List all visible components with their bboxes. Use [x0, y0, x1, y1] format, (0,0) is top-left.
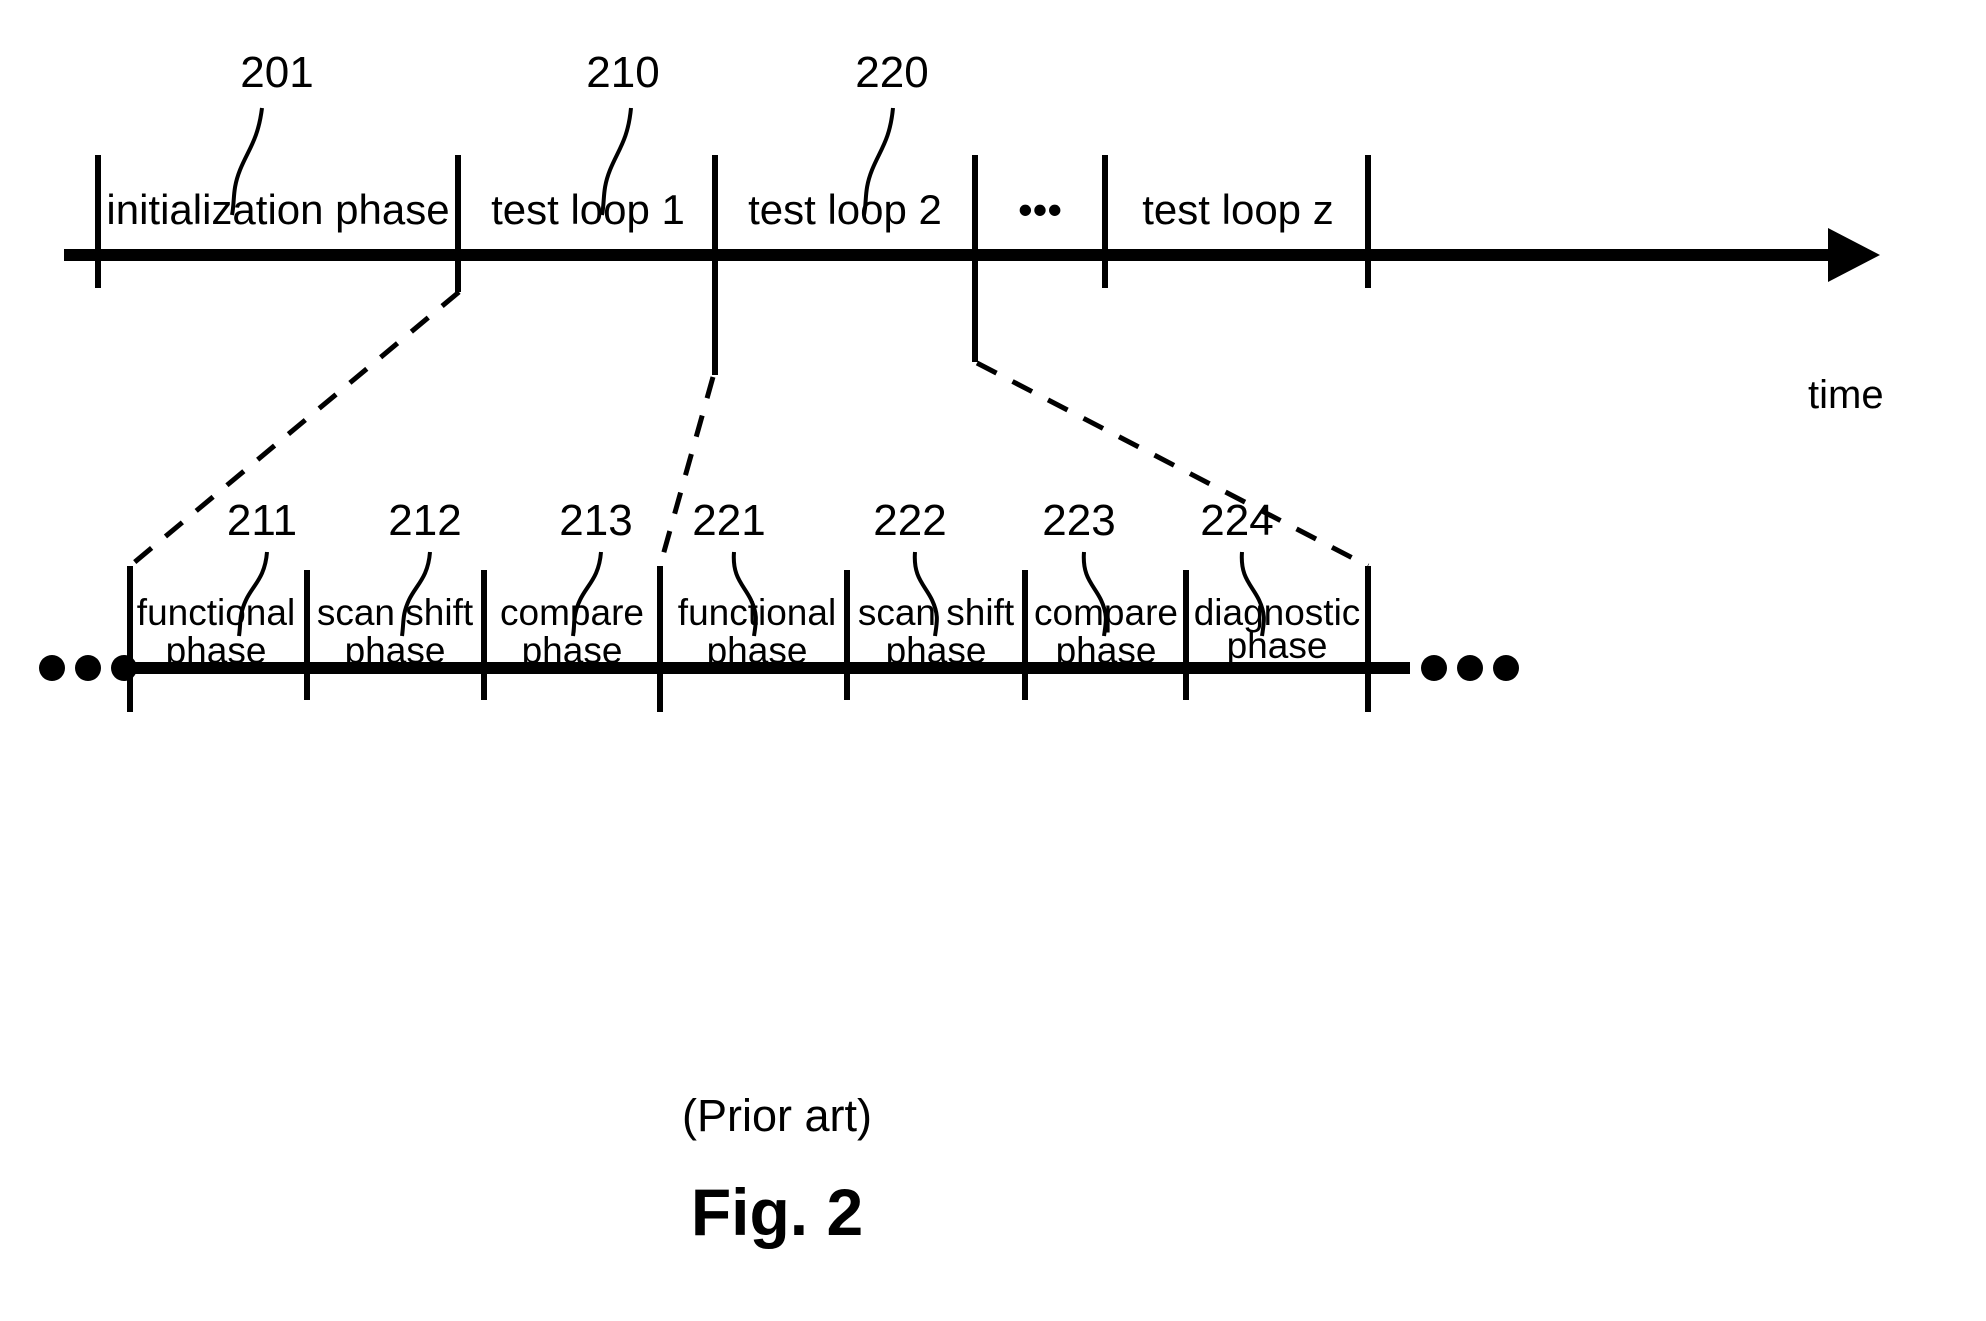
bottom-trailing-ellipsis: [1421, 655, 1519, 681]
bottom-phase-label-213-line2: phase: [522, 630, 623, 671]
reference-number-224: 224: [1200, 496, 1273, 545]
bottom-phase-label-222-line1: scan shift: [858, 592, 1015, 633]
bottom-phase-label-223-line1: compare: [1034, 592, 1178, 633]
reference-number-221: 221: [692, 496, 765, 545]
bottom-phase-label-212-line2: phase: [345, 630, 446, 671]
reference-number-211: 211: [227, 496, 297, 545]
dashed-connector-right: [975, 360, 1370, 569]
top-segment-label-initialization: initialization phase: [106, 186, 449, 233]
reference-number-220: 220: [855, 48, 928, 97]
figure-caption-group: (Prior art) Fig. 2: [682, 1090, 872, 1249]
caption-prior-art: (Prior art): [682, 1090, 872, 1141]
bottom-phase-label-211-line1: functional: [137, 592, 295, 633]
reference-number-222: 222: [873, 496, 946, 545]
top-segment-label-test-loop-z: test loop z: [1142, 186, 1333, 233]
bottom-phase-label-222-line2: phase: [886, 630, 987, 671]
reference-number-201: 201: [240, 48, 313, 97]
top-segment-label-test-loop-2: test loop 2: [748, 186, 942, 233]
reference-number-210: 210: [586, 48, 659, 97]
bottom-phase-label-221-line2: phase: [707, 630, 808, 671]
figure-canvas: initialization phase test loop 1 test lo…: [39, 48, 1884, 1249]
patent-figure: initialization phase test loop 1 test lo…: [0, 0, 1986, 1321]
bottom-phase-label-224-line2: phase: [1227, 625, 1328, 666]
time-axis-label: time: [1808, 373, 1884, 417]
top-segment-label-ellipsis: •••: [1018, 186, 1062, 233]
top-segment-label-test-loop-1: test loop 1: [491, 186, 685, 233]
bottom-phase-label-213-line1: compare: [500, 592, 644, 633]
reference-number-213: 213: [559, 496, 632, 545]
bottom-phase-label-221-line1: functional: [678, 592, 836, 633]
reference-number-223: 223: [1042, 496, 1115, 545]
time-arrowhead-icon: [1828, 228, 1880, 282]
caption-figure-number: Fig. 2: [691, 1175, 863, 1249]
bottom-phase-label-212-line1: scan shift: [317, 592, 474, 633]
bottom-phase-label-223-line2: phase: [1056, 630, 1157, 671]
reference-number-212: 212: [388, 496, 461, 545]
bottom-phase-label-211-line2: phase: [166, 630, 267, 671]
top-timeline-group: initialization phase test loop 1 test lo…: [64, 48, 1884, 417]
